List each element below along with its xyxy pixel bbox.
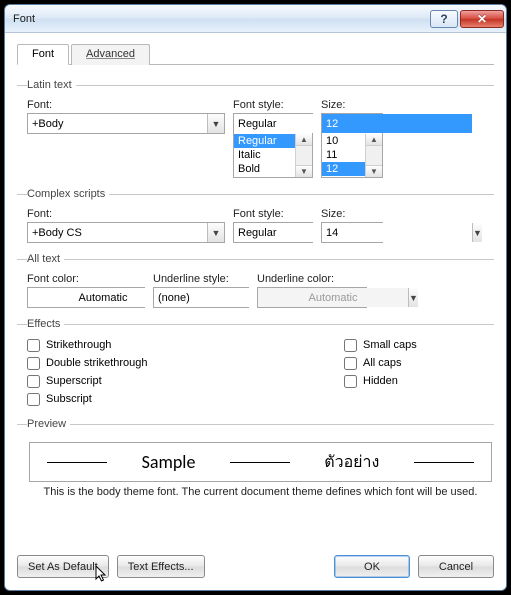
scroll-down-icon[interactable]: ▼ bbox=[365, 165, 383, 178]
legend-alltext: All text bbox=[27, 253, 64, 265]
label-hidden: Hidden bbox=[363, 375, 398, 387]
preview-underline bbox=[414, 462, 474, 463]
set-as-default-button[interactable]: Set As Default bbox=[17, 555, 109, 578]
list-item[interactable]: 10 bbox=[322, 134, 365, 148]
label-font-cs: Font: bbox=[27, 208, 225, 220]
preview-box: Sample ตัวอย่าง bbox=[29, 442, 492, 482]
font-style-combo[interactable] bbox=[233, 113, 313, 134]
list-item[interactable]: 12 bbox=[322, 162, 365, 176]
scroll-up-icon[interactable]: ▲ bbox=[295, 134, 313, 146]
size-cs-combo[interactable]: ▼ bbox=[321, 222, 383, 243]
label-style-cs: Font style: bbox=[233, 208, 313, 220]
label-font-color: Font color: bbox=[27, 273, 145, 285]
tab-advanced[interactable]: Advanced bbox=[71, 44, 150, 65]
list-item[interactable]: 11 bbox=[322, 148, 365, 162]
group-all-text: All text Font color: ▼ Underline style: … bbox=[17, 253, 494, 308]
cancel-button[interactable]: Cancel bbox=[418, 555, 494, 578]
tab-strip: Font Advanced bbox=[17, 43, 494, 65]
help-button[interactable]: ? bbox=[430, 10, 458, 28]
font-style-list[interactable]: Regular Italic Bold ▲ ▼ bbox=[233, 134, 313, 178]
group-complex-scripts: Complex scripts Font: ▼ Font style: ▼ bbox=[17, 188, 494, 243]
font-combo[interactable]: ▼ bbox=[27, 113, 225, 134]
group-preview: Preview Sample ตัวอย่าง This is the body… bbox=[17, 418, 494, 498]
list-item[interactable]: Italic bbox=[234, 148, 295, 162]
checkbox-all-caps[interactable] bbox=[344, 357, 357, 370]
font-cs-combo[interactable]: ▼ bbox=[27, 222, 225, 243]
label-small-caps: Small caps bbox=[363, 339, 417, 351]
label-font-style: Font style: bbox=[233, 99, 313, 111]
underline-color-combo: ▼ bbox=[257, 287, 367, 308]
label-underline-color: Underline color: bbox=[257, 273, 367, 285]
window-title: Font bbox=[13, 13, 428, 25]
label-underline-style: Underline style: bbox=[153, 273, 249, 285]
size-cs-input[interactable] bbox=[322, 223, 472, 242]
scroll-up-icon[interactable]: ▲ bbox=[365, 134, 383, 146]
legend-effects: Effects bbox=[27, 318, 64, 330]
checkbox-strikethrough[interactable] bbox=[27, 339, 40, 352]
checkbox-double-strikethrough[interactable] bbox=[27, 357, 40, 370]
label-size-cs: Size: bbox=[321, 208, 383, 220]
dialog-footer: Set As Default Text Effects... OK Cancel bbox=[17, 545, 494, 578]
font-dialog: Font ? ✕ Font Advanced Latin text Font: … bbox=[4, 4, 507, 591]
text-effects-button[interactable]: Text Effects... bbox=[117, 555, 205, 578]
scrollbar[interactable]: ▲ ▼ bbox=[295, 134, 312, 177]
close-button[interactable]: ✕ bbox=[460, 10, 504, 28]
preview-underline bbox=[230, 462, 290, 463]
checkbox-subscript[interactable] bbox=[27, 393, 40, 406]
dropdown-icon[interactable]: ▼ bbox=[472, 223, 482, 242]
label-subscript: Subscript bbox=[46, 393, 92, 405]
font-color-combo[interactable]: ▼ bbox=[27, 287, 145, 308]
preview-description: This is the body theme font. The current… bbox=[27, 486, 494, 498]
scroll-down-icon[interactable]: ▼ bbox=[295, 165, 313, 178]
checkbox-hidden[interactable] bbox=[344, 375, 357, 388]
scrollbar[interactable]: ▲ ▼ bbox=[365, 134, 382, 177]
legend-latin: Latin text bbox=[27, 79, 76, 91]
font-input[interactable] bbox=[28, 114, 207, 133]
ok-button[interactable]: OK bbox=[334, 555, 410, 578]
label-strikethrough: Strikethrough bbox=[46, 339, 111, 351]
size-list[interactable]: 10 11 12 ▲ ▼ bbox=[321, 134, 383, 178]
preview-underline bbox=[47, 462, 107, 463]
label-all-caps: All caps bbox=[363, 357, 402, 369]
tab-font[interactable]: Font bbox=[17, 44, 69, 65]
underline-color-input bbox=[258, 288, 408, 307]
legend-preview: Preview bbox=[27, 418, 70, 430]
style-cs-combo[interactable]: ▼ bbox=[233, 222, 313, 243]
font-cs-input[interactable] bbox=[28, 223, 207, 242]
titlebar: Font ? ✕ bbox=[5, 5, 506, 33]
dropdown-icon[interactable]: ▼ bbox=[207, 114, 224, 133]
label-size: Size: bbox=[321, 99, 383, 111]
checkbox-superscript[interactable] bbox=[27, 375, 40, 388]
dropdown-icon: ▼ bbox=[408, 288, 418, 307]
checkbox-small-caps[interactable] bbox=[344, 339, 357, 352]
size-combo[interactable] bbox=[321, 113, 383, 134]
underline-style-combo[interactable]: ▼ bbox=[153, 287, 249, 308]
dropdown-icon[interactable]: ▼ bbox=[207, 223, 224, 242]
preview-sample-latin: Sample bbox=[142, 451, 196, 473]
legend-complex: Complex scripts bbox=[27, 188, 109, 200]
group-latin-text: Latin text Font: ▼ Font style: bbox=[17, 79, 494, 178]
label-superscript: Superscript bbox=[46, 375, 102, 387]
list-item[interactable]: Bold bbox=[234, 162, 295, 176]
size-input[interactable] bbox=[322, 114, 472, 133]
label-font: Font: bbox=[27, 99, 225, 111]
label-double-strikethrough: Double strikethrough bbox=[46, 357, 148, 369]
preview-sample-complex: ตัวอย่าง bbox=[324, 450, 379, 475]
group-effects: Effects Strikethrough Double strikethrou… bbox=[17, 318, 494, 408]
list-item[interactable]: Regular bbox=[234, 134, 295, 148]
